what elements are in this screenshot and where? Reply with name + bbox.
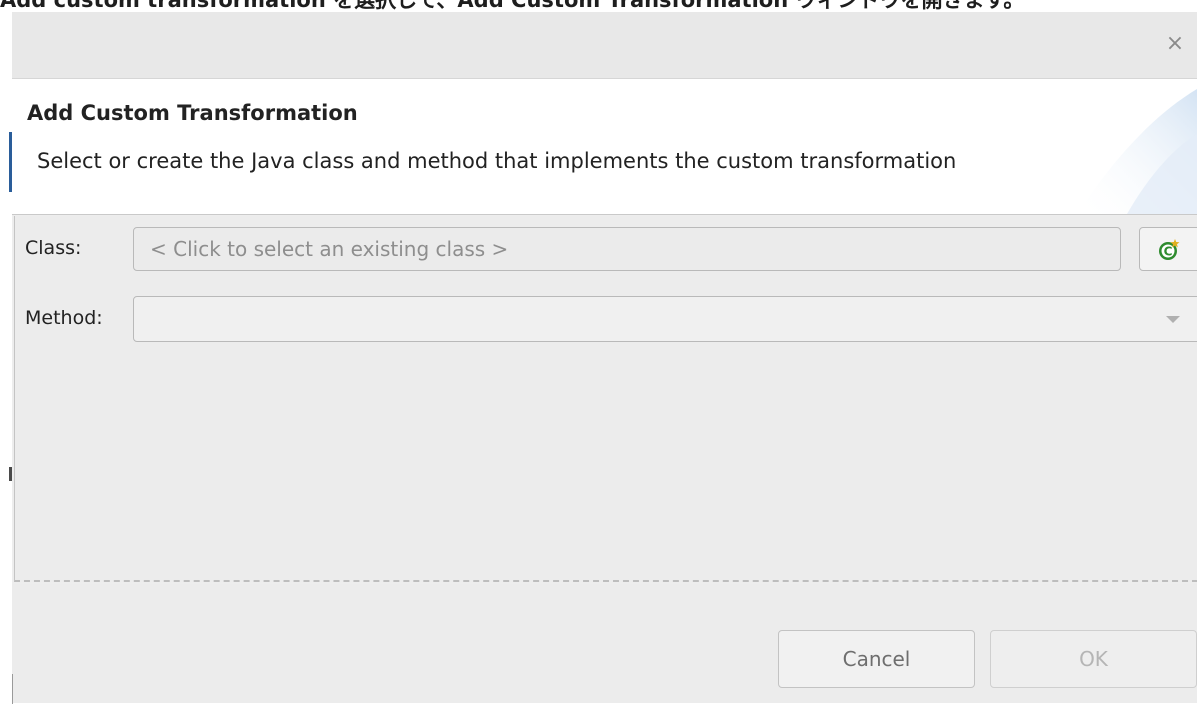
chevron-down-icon <box>1166 316 1180 323</box>
dialog-description: Select or create the Java class and meth… <box>37 149 957 173</box>
dialog-banner: Add Custom Transformation Select or crea… <box>12 79 1197 215</box>
method-select[interactable] <box>133 296 1197 342</box>
new-class-button[interactable]: C <box>1139 227 1197 271</box>
dialog-title: Add Custom Transformation <box>27 101 358 125</box>
footer-divider <box>12 674 13 704</box>
ok-button[interactable]: OK <box>990 630 1197 688</box>
method-label: Method: <box>25 307 103 329</box>
class-label: Class: <box>25 237 82 259</box>
close-icon[interactable]: × <box>1163 32 1187 56</box>
banner-decoration <box>1077 89 1197 214</box>
dialog-titlebar: × <box>12 12 1197 79</box>
dialog-footer: Cancel OK <box>12 584 1197 704</box>
page-caption: Add custom transformation を選択して、Add Cust… <box>0 0 1025 12</box>
cancel-button[interactable]: Cancel <box>778 630 975 688</box>
form-area: Class: < Click to select an existing cla… <box>14 216 1197 582</box>
svg-text:C: C <box>1164 245 1173 259</box>
add-custom-transformation-dialog: × Add Custom Transformation Select or cr… <box>12 12 1197 704</box>
new-java-class-icon: C <box>1159 239 1180 260</box>
background-edge <box>0 12 12 703</box>
class-selector-field[interactable]: < Click to select an existing class > <box>133 227 1121 271</box>
